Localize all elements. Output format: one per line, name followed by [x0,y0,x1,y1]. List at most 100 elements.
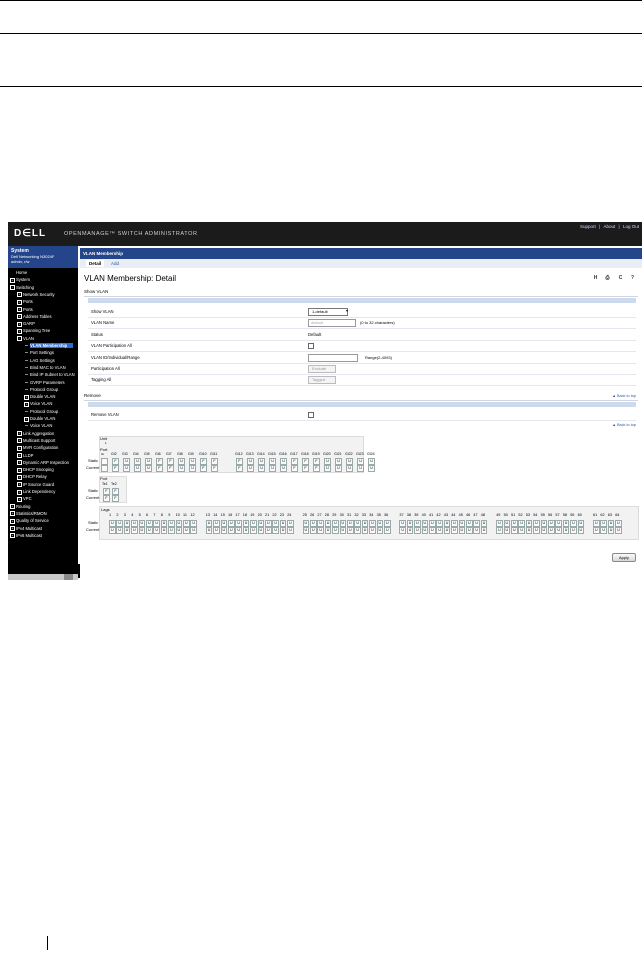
port-cell[interactable]: F [211,458,218,465]
lag-cell[interactable]: U [347,527,354,534]
lag-cell[interactable]: U [339,527,347,534]
nav-item[interactable]: Protocol Group [30,387,58,392]
lag-cell[interactable]: U [436,527,443,534]
lag-cell[interactable]: U [153,520,160,527]
lag-cell[interactable]: U [473,520,480,527]
lag-cell[interactable]: U [451,520,458,527]
lag-cell[interactable]: U [279,527,287,534]
lag-cell[interactable]: U [205,527,213,534]
lag-cell[interactable]: U [160,520,168,527]
lag-cell[interactable]: U [429,527,436,534]
lag-cell[interactable]: U [324,527,332,534]
lag-cell[interactable]: U [548,527,555,534]
lag-cell[interactable]: U [593,527,600,534]
show-vlan-select[interactable]: 1-default [308,308,348,316]
expand-toggle-icon[interactable]: + [17,467,22,473]
expand-toggle-icon[interactable]: + [17,482,22,488]
nav-item[interactable]: Address Tables [23,314,52,319]
port-cell[interactable]: U [189,465,196,472]
lag-cell[interactable]: U [339,520,347,527]
port-cell[interactable]: U [247,465,254,472]
lag-cell[interactable]: U [466,520,473,527]
nav-item[interactable]: System [16,277,30,282]
port-cell[interactable]: F [211,465,218,472]
expand-toggle-icon[interactable]: + [24,394,29,400]
lag-cell[interactable]: U [332,520,339,527]
nav-item[interactable]: Multicast Support [23,438,55,443]
lag-cell[interactable]: U [220,520,228,527]
nav-item[interactable]: Link Aggregation [23,431,54,436]
refresh-icon[interactable]: C [617,275,624,282]
port-cell[interactable]: F [200,458,207,465]
lag-cell[interactable]: U [109,527,116,534]
lag-cell[interactable]: U [406,520,414,527]
port-cell[interactable]: U [247,458,254,465]
port-cell[interactable]: U [269,465,276,472]
expand-toggle-icon[interactable]: + [17,474,22,480]
lag-cell[interactable]: U [414,520,421,527]
checkbox[interactable] [308,343,314,350]
lag-cell[interactable]: U [317,527,324,534]
lag-cell[interactable]: U [458,527,466,534]
nav-item[interactable]: Link Dependency [23,489,55,494]
nav-item[interactable]: Spanning Tree [23,328,50,333]
nav-item[interactable]: Home [16,270,27,275]
lag-cell[interactable]: U [429,520,436,527]
lag-cell[interactable]: U [615,527,622,534]
lag-cell[interactable]: U [443,527,451,534]
nav-item[interactable]: VPC [23,496,32,501]
nav-item[interactable]: Routing [16,504,30,509]
lag-cell[interactable]: U [324,520,332,527]
nav-item[interactable]: GARP [23,321,35,326]
nav-item[interactable]: Quality of Service [16,518,49,523]
expand-toggle-icon[interactable]: + [24,416,29,422]
lag-cell[interactable]: U [443,520,451,527]
help-icon[interactable]: ? [629,275,636,282]
port-cell[interactable]: U [335,458,342,465]
lag-cell[interactable]: U [287,520,294,527]
port-cell[interactable]: F [236,465,243,472]
lag-cell[interactable]: U [228,520,235,527]
lag-cell[interactable]: U [265,520,272,527]
lag-cell[interactable]: U [525,520,533,527]
expand-toggle-icon[interactable]: + [17,460,22,466]
expand-toggle-icon[interactable]: + [17,299,22,305]
expand-toggle-icon[interactable]: - [17,336,22,342]
lag-cell[interactable]: U [287,527,294,534]
port-cell[interactable] [101,465,108,472]
nav-item[interactable]: Statistics/RMON [16,511,47,516]
port-cell[interactable]: U [258,465,265,472]
port-cell[interactable]: U [134,465,141,472]
lag-cell[interactable]: U [406,527,414,534]
expand-toggle-icon[interactable]: + [17,453,22,458]
lag-cell[interactable]: U [518,527,525,534]
lag-cell[interactable]: U [577,527,585,534]
port-cell[interactable]: F [167,458,174,465]
lag-cell[interactable]: U [354,520,361,527]
scrollbar-thumb[interactable] [64,574,73,580]
lag-cell[interactable]: U [213,527,220,534]
expand-toggle-icon[interactable]: + [10,518,15,524]
port-cell[interactable]: F [103,495,110,502]
lag-cell[interactable]: U [347,520,354,527]
lag-cell[interactable]: U [361,520,369,527]
lag-cell[interactable]: U [242,520,250,527]
lag-cell[interactable]: U [160,527,168,534]
expand-toggle-icon[interactable]: + [24,401,29,407]
expand-toggle-icon[interactable]: + [17,321,22,327]
nav-item[interactable]: IPv4 Multicast [16,526,42,531]
lag-cell[interactable]: U [250,527,257,534]
port-cell[interactable]: F [200,465,207,472]
nav-item[interactable]: Voice VLAN [30,401,52,406]
lag-cell[interactable]: U [577,520,585,527]
expand-toggle-icon[interactable]: + [10,504,15,510]
lag-cell[interactable]: U [473,527,480,534]
lag-cell[interactable]: U [376,527,384,534]
lag-cell[interactable]: U [257,520,265,527]
lag-cell[interactable]: U [131,520,138,527]
lag-cell[interactable]: U [369,527,376,534]
port-cell[interactable]: U [346,458,353,465]
expand-toggle-icon[interactable]: + [17,431,22,437]
nav-item[interactable]: IP Source Guard [23,482,54,487]
port-cell[interactable]: U [357,465,364,472]
